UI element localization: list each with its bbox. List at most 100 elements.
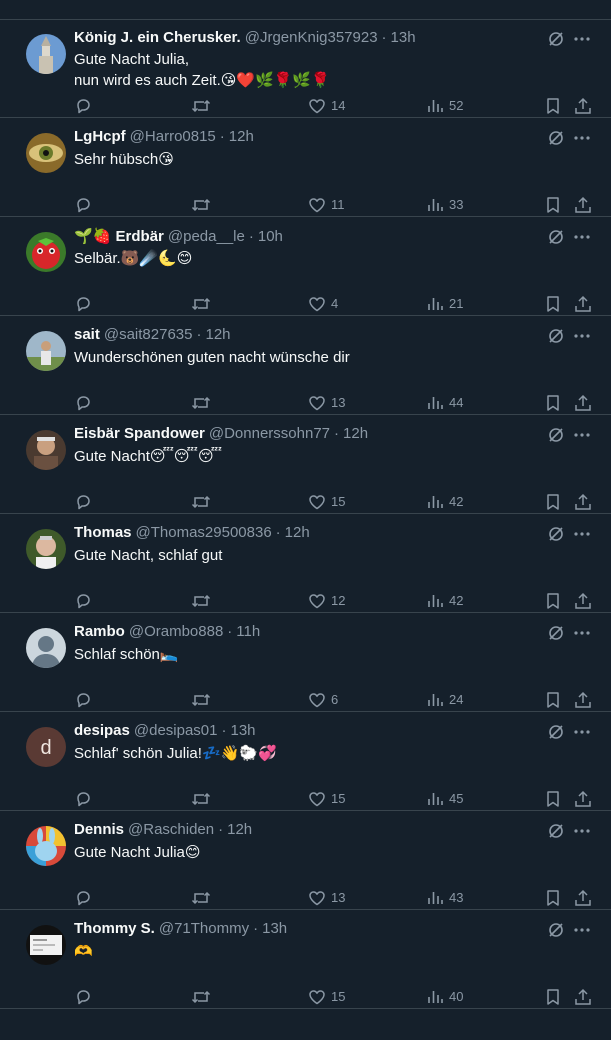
views-button[interactable]: 21 (426, 293, 463, 313)
retweet-button[interactable] (191, 986, 211, 1006)
tweet[interactable]: Thomas @Thomas29500836 · 12h Gute Nacht, sc… (0, 515, 611, 613)
user-handle[interactable]: @JrgenKnig357923 (245, 29, 378, 46)
retweet-button[interactable] (191, 689, 211, 709)
tweet-time[interactable]: 11h (236, 623, 260, 640)
user-handle[interactable]: @Harro0815 (130, 128, 216, 145)
bookmark-button[interactable] (544, 887, 562, 907)
like-button[interactable]: 4 (308, 293, 338, 313)
user-handle[interactable]: @sait827635 (104, 326, 193, 343)
avatar[interactable] (26, 34, 66, 74)
display-name[interactable]: Thomas (74, 524, 132, 541)
display-name[interactable]: sait (74, 326, 100, 343)
grok-icon[interactable] (547, 426, 565, 444)
more-icon[interactable] (573, 129, 591, 147)
reply-button[interactable] (74, 689, 92, 709)
more-icon[interactable] (573, 426, 591, 444)
like-button[interactable]: 15 (308, 788, 345, 808)
bookmark-button[interactable] (544, 986, 562, 1006)
bookmark-button[interactable] (544, 590, 562, 610)
tweet-time[interactable]: 12h (229, 128, 254, 145)
retweet-button[interactable] (191, 194, 211, 214)
user-handle[interactable]: @71Thommy (159, 920, 249, 937)
like-button[interactable]: 11 (308, 194, 345, 214)
share-button[interactable] (574, 689, 592, 709)
tweet-time[interactable]: 10h (258, 228, 283, 245)
views-button[interactable]: 43 (426, 887, 463, 907)
user-handle[interactable]: @Raschiden (128, 821, 214, 838)
grok-icon[interactable] (547, 228, 565, 246)
like-button[interactable]: 14 (308, 95, 345, 115)
bookmark-button[interactable] (544, 293, 562, 313)
avatar[interactable]: d (26, 727, 66, 767)
bookmark-button[interactable] (544, 95, 562, 115)
user-handle[interactable]: @peda__le (168, 228, 245, 245)
retweet-button[interactable] (191, 590, 211, 610)
share-button[interactable] (574, 392, 592, 412)
tweet[interactable]: König J. ein Cherusker. @JrgenKnig357923 ·… (0, 20, 611, 118)
like-button[interactable]: 15 (308, 986, 345, 1006)
reply-button[interactable] (74, 887, 92, 907)
tweet-time[interactable]: 13h (391, 29, 416, 46)
avatar[interactable] (26, 331, 66, 371)
tweet-time[interactable]: 13h (262, 920, 287, 937)
views-button[interactable]: 52 (426, 95, 463, 115)
share-button[interactable] (574, 491, 592, 511)
views-button[interactable]: 45 (426, 788, 463, 808)
tweet[interactable]: 🌱🍓 Erdbär @peda__le · 10h Selbär.🐻☄️🌜😊 4 21 (0, 218, 611, 316)
views-button[interactable]: 24 (426, 689, 463, 709)
tweet-time[interactable]: 12h (227, 821, 252, 838)
user-handle[interactable]: @Donnerssohn77 (209, 425, 330, 442)
retweet-button[interactable] (191, 95, 211, 115)
display-name[interactable]: desipas (74, 722, 130, 739)
tweet-time[interactable]: 12h (285, 524, 310, 541)
avatar[interactable] (26, 628, 66, 668)
avatar[interactable] (26, 529, 66, 569)
views-button[interactable]: 40 (426, 986, 463, 1006)
display-name[interactable]: Thommy S. (74, 920, 155, 937)
user-handle[interactable]: @desipas01 (134, 722, 218, 739)
views-button[interactable]: 33 (426, 194, 463, 214)
user-handle[interactable]: @Orambo888 (129, 623, 223, 640)
like-button[interactable]: 13 (308, 887, 345, 907)
grok-icon[interactable] (547, 921, 565, 939)
share-button[interactable] (574, 788, 592, 808)
grok-icon[interactable] (547, 30, 565, 48)
tweet[interactable]: d desipas @desipas01 · 13h Schlaf' schön Ju… (0, 713, 611, 811)
display-name[interactable]: Rambo (74, 623, 125, 640)
bookmark-button[interactable] (544, 689, 562, 709)
tweet[interactable]: LgHcpf @Harro0815 · 12h Sehr hübsch😘 11 33 (0, 119, 611, 217)
avatar[interactable] (26, 826, 66, 866)
share-button[interactable] (574, 986, 592, 1006)
tweet[interactable]: Rambo @Orambo888 · 11h Schlaf schön🛌 6 24 (0, 614, 611, 712)
avatar[interactable] (26, 925, 66, 965)
like-button[interactable]: 13 (308, 392, 345, 412)
tweet[interactable]: Thommy S. @71Thommy · 13h 🫶 15 40 (0, 911, 611, 1009)
grok-icon[interactable] (547, 129, 565, 147)
tweet[interactable]: Eisbär Spandower @Donnerssohn77 · 12h Gute … (0, 416, 611, 514)
avatar[interactable] (26, 430, 66, 470)
reply-button[interactable] (74, 194, 92, 214)
more-icon[interactable] (573, 30, 591, 48)
tweet-time[interactable]: 13h (231, 722, 256, 739)
grok-icon[interactable] (547, 624, 565, 642)
bookmark-button[interactable] (544, 491, 562, 511)
grok-icon[interactable] (547, 327, 565, 345)
user-handle[interactable]: @Thomas29500836 (136, 524, 272, 541)
tweet[interactable]: sait @sait827635 · 12h Wunderschönen guten … (0, 317, 611, 415)
share-button[interactable] (574, 887, 592, 907)
tweet-time[interactable]: 12h (205, 326, 230, 343)
share-button[interactable] (574, 194, 592, 214)
retweet-button[interactable] (191, 293, 211, 313)
reply-button[interactable] (74, 788, 92, 808)
reply-button[interactable] (74, 293, 92, 313)
more-icon[interactable] (573, 327, 591, 345)
more-icon[interactable] (573, 525, 591, 543)
grok-icon[interactable] (547, 822, 565, 840)
avatar[interactable] (26, 133, 66, 173)
like-button[interactable]: 6 (308, 689, 338, 709)
display-name[interactable]: Dennis (74, 821, 124, 838)
views-button[interactable]: 44 (426, 392, 463, 412)
views-button[interactable]: 42 (426, 491, 463, 511)
avatar[interactable] (26, 232, 66, 272)
retweet-button[interactable] (191, 788, 211, 808)
